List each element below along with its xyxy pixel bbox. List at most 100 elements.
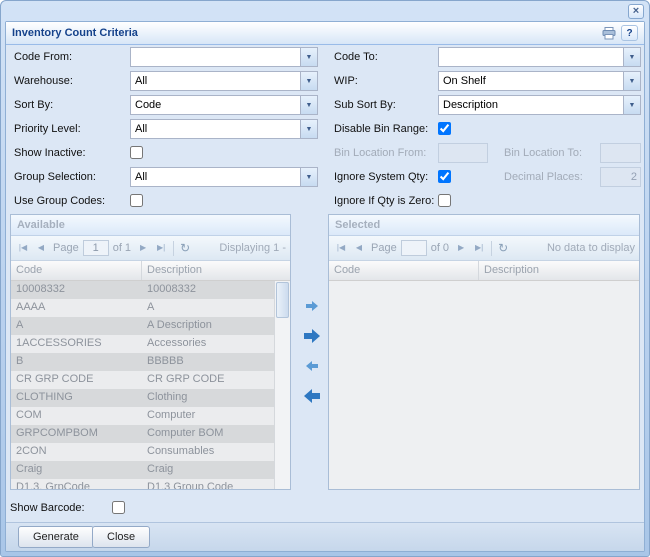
next-page-icon[interactable]: ▶ xyxy=(135,240,151,256)
table-row[interactable]: AAAAA xyxy=(11,299,274,317)
use-group-codes-label: Use Group Codes: xyxy=(14,191,105,211)
available-grid: Available |◀ ◀ Page of 1 ▶ ▶| ↻ Displayi… xyxy=(10,214,291,490)
last-page-icon[interactable]: ▶| xyxy=(153,240,169,256)
page-label: Page xyxy=(51,242,81,254)
sort-by-label: Sort By: xyxy=(14,95,53,115)
show-barcode-checkbox[interactable] xyxy=(112,501,125,514)
chevron-down-icon[interactable]: ▼ xyxy=(300,120,317,138)
cell-code: Craig xyxy=(11,461,142,479)
sort-by-combo[interactable]: Code ▼ xyxy=(130,95,318,115)
group-selection-combo[interactable]: All ▼ xyxy=(130,167,318,187)
cell-code: 2CON xyxy=(11,443,142,461)
chevron-down-icon[interactable]: ▼ xyxy=(623,72,640,90)
table-row[interactable]: 1000833210008332 xyxy=(11,281,274,299)
available-paging-toolbar: |◀ ◀ Page of 1 ▶ ▶| ↻ Displaying 1 - xyxy=(11,236,290,261)
last-page-icon[interactable]: ▶| xyxy=(471,240,487,256)
use-group-codes-checkbox[interactable] xyxy=(130,194,143,207)
cell-code: CLOTHING xyxy=(11,389,142,407)
table-row[interactable]: CraigCraig xyxy=(11,461,274,479)
column-header-code[interactable]: Code xyxy=(329,261,479,280)
cell-code: 10008332 xyxy=(11,281,142,299)
available-column-headers: Code Description xyxy=(11,261,290,281)
sub-sort-by-combo[interactable]: Description ▼ xyxy=(438,95,641,115)
cell-description: BBBBB xyxy=(142,353,274,371)
move-left-button[interactable] xyxy=(297,353,327,379)
table-row[interactable]: AA Description xyxy=(11,317,274,335)
cell-code: AAAA xyxy=(11,299,142,317)
decimal-places-field xyxy=(600,167,641,187)
table-row[interactable]: 1ACCESSORIESAccessories xyxy=(11,335,274,353)
ignore-system-qty-checkbox[interactable] xyxy=(438,170,451,183)
close-button[interactable]: Close xyxy=(92,526,150,548)
page-number-input[interactable] xyxy=(401,240,427,256)
ignore-system-qty-label: Ignore System Qty: xyxy=(334,167,428,187)
code-from-combo[interactable]: ▼ xyxy=(130,47,318,67)
warehouse-label: Warehouse: xyxy=(14,71,73,91)
sort-by-value: Code xyxy=(131,96,300,114)
move-all-left-button[interactable] xyxy=(297,383,327,409)
next-page-icon[interactable]: ▶ xyxy=(453,240,469,256)
cell-description: A Description xyxy=(142,317,274,335)
prev-page-icon[interactable]: ◀ xyxy=(351,240,367,256)
move-right-button[interactable] xyxy=(297,293,327,319)
ignore-if-qty-zero-checkbox[interactable] xyxy=(438,194,451,207)
move-all-right-button[interactable] xyxy=(297,323,327,349)
table-row[interactable]: COMComputer xyxy=(11,407,274,425)
warehouse-combo[interactable]: All ▼ xyxy=(130,71,318,91)
column-header-description[interactable]: Description xyxy=(142,261,290,280)
table-row[interactable]: GRPCOMPBOMComputer BOM xyxy=(11,425,274,443)
sub-sort-by-value: Description xyxy=(439,96,623,114)
ignore-if-qty-zero-label: Ignore If Qty is Zero: xyxy=(334,191,434,211)
code-to-combo[interactable]: ▼ xyxy=(438,47,641,67)
page-of-label: of 1 xyxy=(111,242,133,254)
wip-combo[interactable]: On Shelf ▼ xyxy=(438,71,641,91)
selected-grid: Selected |◀ ◀ Page of 0 ▶ ▶| ↻ No data t… xyxy=(328,214,640,490)
priority-level-value: All xyxy=(131,120,300,138)
page-number-input[interactable] xyxy=(83,240,109,256)
table-row[interactable]: D1.3. GrpCodeD1.3 Group Code xyxy=(11,479,274,489)
vertical-scrollbar[interactable] xyxy=(274,281,290,489)
cell-description: Computer BOM xyxy=(142,425,274,443)
table-row[interactable]: 2CONConsumables xyxy=(11,443,274,461)
table-row[interactable]: CR GRP CODECR GRP CODE xyxy=(11,371,274,389)
prev-page-icon[interactable]: ◀ xyxy=(33,240,49,256)
help-icon[interactable]: ? xyxy=(621,25,638,41)
group-selection-label: Group Selection: xyxy=(14,167,96,187)
chevron-down-icon[interactable]: ▼ xyxy=(623,96,640,114)
chevron-down-icon[interactable]: ▼ xyxy=(300,168,317,186)
priority-level-combo[interactable]: All ▼ xyxy=(130,119,318,139)
first-page-icon[interactable]: |◀ xyxy=(333,240,349,256)
cell-code: B xyxy=(11,353,142,371)
refresh-icon[interactable]: ↻ xyxy=(178,241,192,255)
sub-sort-by-label: Sub Sort By: xyxy=(334,95,396,115)
close-icon[interactable]: × xyxy=(628,4,644,19)
print-icon[interactable] xyxy=(600,25,617,41)
cell-description: Consumables xyxy=(142,443,274,461)
page-title: Inventory Count Criteria xyxy=(12,27,138,39)
chevron-down-icon[interactable]: ▼ xyxy=(300,48,317,66)
generate-button[interactable]: Generate xyxy=(18,526,94,548)
show-inactive-checkbox[interactable] xyxy=(130,146,143,159)
scrollbar-thumb[interactable] xyxy=(276,282,289,318)
table-row[interactable]: BBBBBB xyxy=(11,353,274,371)
group-selection-value: All xyxy=(131,168,300,186)
cell-code: 1ACCESSORIES xyxy=(11,335,142,353)
first-page-icon[interactable]: |◀ xyxy=(15,240,31,256)
warehouse-value: All xyxy=(131,72,300,90)
chevron-down-icon[interactable]: ▼ xyxy=(623,48,640,66)
disable-bin-range-checkbox[interactable] xyxy=(438,122,451,135)
cell-description: CR GRP CODE xyxy=(142,371,274,389)
table-row[interactable]: CLOTHINGClothing xyxy=(11,389,274,407)
refresh-icon[interactable]: ↻ xyxy=(496,241,510,255)
cell-description: Accessories xyxy=(142,335,274,353)
cell-code: A xyxy=(11,317,142,335)
bin-location-to-field xyxy=(600,143,641,163)
cell-code: CR GRP CODE xyxy=(11,371,142,389)
paging-status: Displaying 1 - xyxy=(219,242,286,254)
chevron-down-icon[interactable]: ▼ xyxy=(300,72,317,90)
cell-description: Clothing xyxy=(142,389,274,407)
column-header-code[interactable]: Code xyxy=(11,261,142,280)
chevron-down-icon[interactable]: ▼ xyxy=(300,96,317,114)
column-header-description[interactable]: Description xyxy=(479,261,639,280)
wip-label: WIP: xyxy=(334,71,358,91)
